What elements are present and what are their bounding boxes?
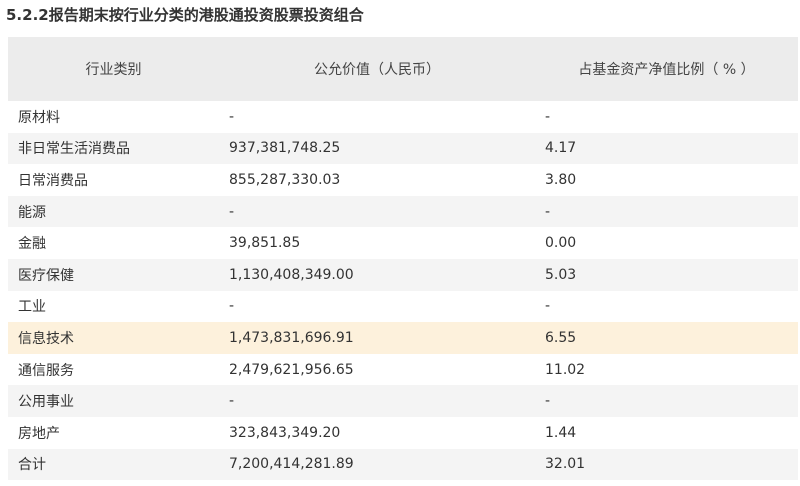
cell-fair-value: 323,843,349.20 — [219, 416, 535, 449]
cell-industry: 信息技术 — [8, 322, 219, 354]
table-row: 原材料 - - — [8, 101, 798, 133]
cell-industry: 公用事业 — [8, 385, 219, 417]
cell-fair-value: 2,479,621,956.65 — [219, 353, 535, 386]
cell-industry: 工业 — [8, 290, 219, 323]
cell-nav-ratio: 4.17 — [535, 132, 798, 165]
cell-fair-value: 855,287,330.03 — [219, 164, 535, 196]
cell-nav-ratio: 5.03 — [535, 258, 798, 291]
industry-table: 行业类别 公允价值（人民币） 占基金资产净值比例（ % ） 原材料 - - 非日… — [8, 37, 798, 481]
cell-nav-ratio: 11.02 — [535, 353, 798, 386]
cell-nav-ratio: 0.00 — [535, 227, 798, 259]
cell-industry: 金融 — [8, 227, 219, 259]
cell-fair-value: 937,381,748.25 — [219, 132, 535, 165]
cell-industry: 日常消费品 — [8, 164, 219, 196]
cell-industry: 合计 — [8, 448, 219, 481]
cell-nav-ratio: 6.55 — [535, 322, 798, 354]
cell-fair-value: - — [219, 195, 535, 228]
table-header-row: 行业类别 公允价值（人民币） 占基金资产净值比例（ % ） — [8, 37, 798, 101]
section-title: 5.2.2报告期末按行业分类的港股通投资股票投资组合 — [6, 6, 364, 24]
cell-nav-ratio: 3.80 — [535, 164, 798, 196]
cell-nav-ratio: - — [535, 290, 798, 323]
cell-fair-value: 7,200,414,281.89 — [219, 448, 535, 481]
cell-nav-ratio: - — [535, 195, 798, 228]
table-row-highlighted: 信息技术 1,473,831,696.91 6.55 — [8, 322, 798, 354]
table-row: 金融 39,851.85 0.00 — [8, 227, 798, 259]
cell-industry: 房地产 — [8, 416, 219, 449]
cell-fair-value: 39,851.85 — [219, 227, 535, 259]
table-row: 非日常生活消费品 937,381,748.25 4.17 — [8, 132, 798, 165]
cell-nav-ratio: 32.01 — [535, 448, 798, 481]
table-row-total: 合计 7,200,414,281.89 32.01 — [8, 448, 798, 481]
cell-industry: 非日常生活消费品 — [8, 132, 219, 165]
table-row: 能源 - - — [8, 195, 798, 228]
table-row: 医疗保健 1,130,408,349.00 5.03 — [8, 258, 798, 291]
cell-industry: 通信服务 — [8, 353, 219, 386]
cell-fair-value: - — [219, 385, 535, 417]
table-row: 房地产 323,843,349.20 1.44 — [8, 416, 798, 449]
cell-fair-value: - — [219, 290, 535, 323]
header-fair-value: 公允价值（人民币） — [219, 37, 535, 101]
table-row: 工业 - - — [8, 290, 798, 323]
table-row: 公用事业 - - — [8, 385, 798, 417]
table-row: 通信服务 2,479,621,956.65 11.02 — [8, 353, 798, 386]
cell-industry: 原材料 — [8, 101, 219, 133]
cell-industry: 医疗保健 — [8, 258, 219, 291]
cell-fair-value: 1,473,831,696.91 — [219, 322, 535, 354]
table-row: 日常消费品 855,287,330.03 3.80 — [8, 164, 798, 196]
header-industry: 行业类别 — [8, 37, 219, 101]
header-nav-ratio: 占基金资产净值比例（ % ） — [535, 37, 798, 101]
cell-nav-ratio: - — [535, 385, 798, 417]
cell-fair-value: - — [219, 101, 535, 133]
cell-industry: 能源 — [8, 195, 219, 228]
cell-nav-ratio: - — [535, 101, 798, 133]
cell-nav-ratio: 1.44 — [535, 416, 798, 449]
cell-fair-value: 1,130,408,349.00 — [219, 258, 535, 291]
